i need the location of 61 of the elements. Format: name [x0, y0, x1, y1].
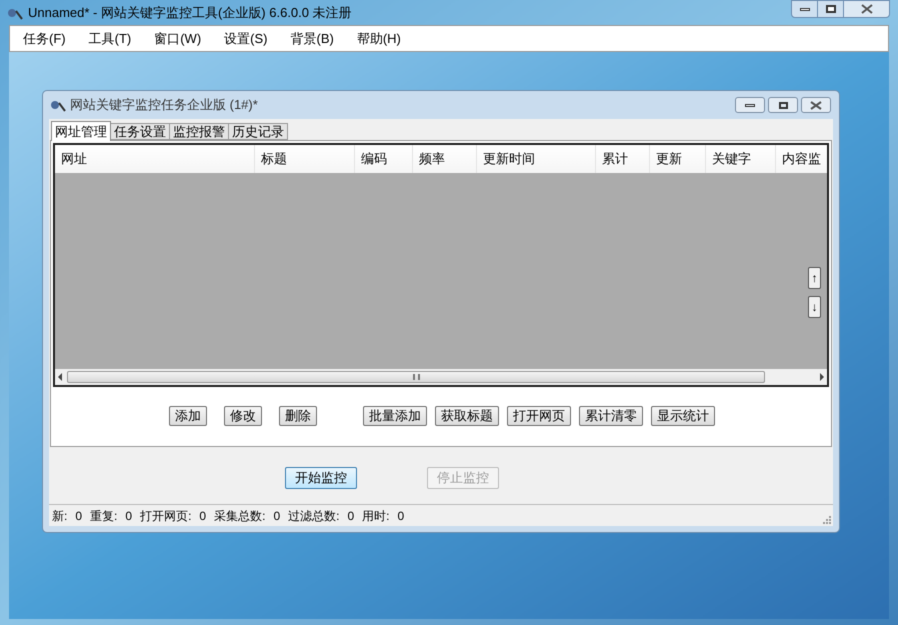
move-button[interactable]: ↓: [808, 296, 821, 318]
maximize-button[interactable]: [818, 0, 844, 18]
column-header[interactable]: 关键字: [706, 145, 776, 173]
action-button[interactable]: 打开网页: [507, 406, 571, 426]
action-button[interactable]: 修改: [224, 406, 262, 426]
minimize-icon: [800, 8, 810, 10]
menu-item[interactable]: 背景(B): [284, 28, 341, 48]
status-label: 采集总数:: [214, 508, 266, 524]
tab[interactable]: 监控报警: [169, 123, 229, 140]
status-label: 打开网页:: [140, 508, 192, 524]
status-label: 过滤总数:: [288, 508, 340, 524]
scroll-right-icon: [819, 373, 825, 381]
status-value: 0: [75, 508, 82, 524]
status-value: 0: [199, 508, 206, 524]
close-button[interactable]: [801, 97, 831, 113]
close-button[interactable]: [844, 0, 890, 18]
action-button[interactable]: 累计清零: [579, 406, 643, 426]
status-label: 重复:: [90, 508, 118, 524]
column-header[interactable]: 标题: [255, 145, 355, 173]
close-icon: [860, 4, 872, 14]
action-button[interactable]: 获取标题: [435, 406, 499, 426]
status-value: 0: [125, 508, 132, 524]
action-button[interactable]: 显示统计: [651, 406, 715, 426]
status-value: 0: [273, 508, 280, 524]
window-title: 网站关键字监控任务企业版 (1#)*: [70, 96, 258, 114]
column-header[interactable]: 更新时间: [477, 145, 596, 173]
status-value: 0: [347, 508, 354, 524]
action-button[interactable]: 删除: [279, 406, 317, 426]
menu-item[interactable]: 设置(S): [217, 28, 274, 48]
menu-item[interactable]: 任务(F): [16, 28, 73, 48]
status-value: 0: [398, 508, 404, 524]
status-label: 新:: [52, 508, 68, 524]
monitor-button[interactable]: 开始监控: [285, 467, 357, 489]
action-button[interactable]: 添加: [169, 406, 207, 426]
minimize-button[interactable]: [735, 97, 765, 113]
column-header[interactable]: 编码: [355, 145, 413, 173]
move-button[interactable]: ↑: [808, 267, 821, 289]
column-header[interactable]: 网址: [55, 145, 255, 173]
window-title: Unnamed* - 网站关键字监控工具(企业版) 6.6.0.0 未注册: [28, 4, 352, 22]
tab[interactable]: 任务设置: [110, 123, 170, 140]
action-button[interactable]: 批量添加: [363, 406, 427, 426]
scrollbar-thumb[interactable]: [67, 371, 765, 383]
minimize-icon: [745, 104, 755, 106]
status-label: 用时:: [362, 508, 390, 524]
horizontal-scrollbar[interactable]: [55, 369, 827, 385]
minimize-button[interactable]: [791, 0, 818, 18]
menu-item[interactable]: 窗口(W): [147, 28, 208, 48]
maximize-icon: [778, 102, 788, 108]
maximize-icon: [826, 5, 836, 13]
grip-icon: [412, 374, 420, 380]
maximize-button[interactable]: [768, 97, 798, 113]
tab[interactable]: 网址管理: [51, 121, 111, 141]
column-header[interactable]: 频率: [413, 145, 477, 173]
column-header[interactable]: 更新: [650, 145, 706, 173]
menu-item[interactable]: 帮助(H): [350, 28, 408, 48]
tab[interactable]: 历史记录: [228, 123, 288, 140]
menu-item[interactable]: 工具(T): [82, 28, 138, 48]
close-icon: [810, 100, 822, 110]
scroll-left-icon: [57, 373, 63, 381]
column-header[interactable]: 累计: [596, 145, 650, 173]
resize-grip-icon[interactable]: [821, 514, 831, 524]
